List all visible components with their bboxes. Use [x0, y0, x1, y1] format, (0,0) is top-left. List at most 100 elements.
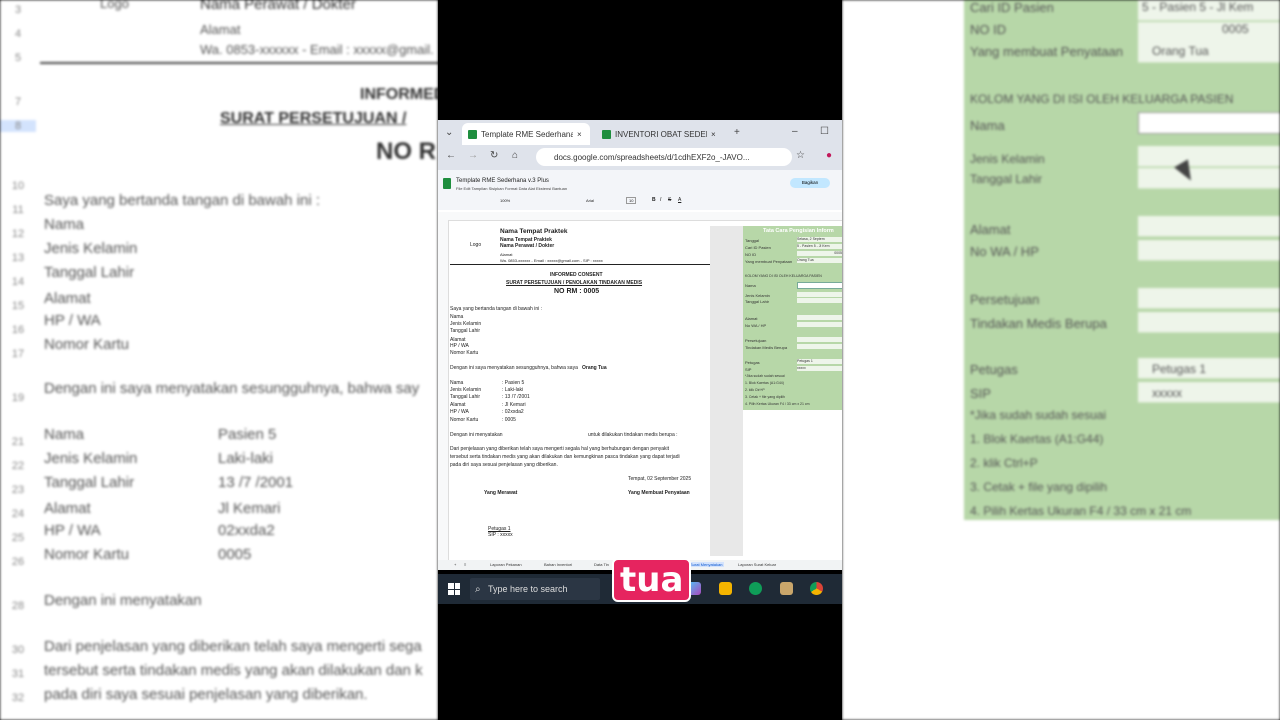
- panel-label: Tanggal: [745, 238, 760, 243]
- staff-name: Nama Perawat / Dokter: [200, 0, 356, 13]
- no-rm: NO R: [376, 138, 436, 165]
- panel-value[interactable]: 0005: [797, 251, 842, 256]
- tab-search-icon[interactable]: ⌄: [445, 127, 453, 138]
- zoom-select[interactable]: 100%: [500, 198, 510, 203]
- note: 3. Cetak + file yang dipilih: [745, 395, 785, 399]
- bookmark-star-icon[interactable]: ☆: [796, 150, 805, 161]
- new-tab-icon[interactable]: +: [734, 127, 740, 138]
- family-field: Nama: [745, 283, 756, 288]
- italic-icon[interactable]: I: [660, 197, 661, 203]
- field-label: Tanggal Lahir: [44, 264, 135, 281]
- reload-icon[interactable]: ↻: [490, 150, 498, 161]
- family-field: No WA / HP: [970, 244, 1039, 259]
- consent-subtitle: SURAT PERSETUJUAN /: [220, 110, 407, 127]
- patient-label: Tanggal Lahir: [44, 474, 135, 491]
- video-caption: tua: [612, 558, 692, 602]
- close-icon[interactable]: ×: [711, 130, 716, 139]
- profile-icon[interactable]: ●: [826, 150, 832, 161]
- font-select[interactable]: Arial: [586, 198, 594, 203]
- sheet-tab[interactable]: Data Tin: [594, 562, 609, 567]
- patient-id-select[interactable]: 5 - Pasien 5 - Jl Kem: [797, 244, 842, 249]
- declare: Dengan ini menyatakan: [44, 592, 202, 609]
- officer-label: Petugas: [970, 362, 1018, 377]
- minimize-icon[interactable]: –: [792, 126, 798, 137]
- background-right-zoom: Cari ID Pasien 5 - Pasien 5 - Jl Kem NO …: [842, 0, 1280, 720]
- address-input[interactable]: [797, 315, 842, 320]
- signer-intro: Saya yang bertanda tangan di bawah ini :: [450, 306, 543, 312]
- sip-value[interactable]: xxxxx: [797, 366, 842, 371]
- sip-label: SIP: [745, 367, 752, 372]
- explanation: Dari penjelasan yang diberikan telah say…: [44, 638, 422, 655]
- signer-intro: Saya yang bertanda tangan di bawah ini :: [44, 192, 321, 209]
- patient-value: Pasien 5: [218, 426, 277, 443]
- share-button[interactable]: Bagikan: [790, 178, 830, 188]
- phone-input[interactable]: [797, 322, 842, 327]
- row-number: 3: [14, 4, 22, 16]
- family-header: KOLOM YANG DI ISI OLEH KELUARGA PASIEN: [745, 274, 822, 278]
- bold-icon[interactable]: B: [652, 197, 656, 203]
- app-icon[interactable]: [780, 582, 793, 595]
- row-label: Yang membuat Penyataan: [970, 44, 1123, 59]
- chrome-icon[interactable]: [810, 582, 823, 595]
- procedure-input[interactable]: [797, 344, 842, 349]
- family-field: Jenis Kelamin: [745, 293, 770, 298]
- contact: Wa. 0853-xxxxxx - Email : xxxxx@gmail.co…: [500, 258, 603, 263]
- field-label: Jenis Kelamin: [44, 240, 138, 257]
- back-icon[interactable]: ←: [446, 150, 456, 161]
- sheet-tab[interactable]: Laporan Pekanan: [490, 562, 522, 567]
- field-label: Nomor Kartu: [450, 350, 479, 356]
- explanation: tersebut serta tindakan medis yang akan …: [450, 454, 680, 460]
- explanation: pada diri saya sesuai penjelasan yang di…: [44, 686, 368, 703]
- relation-select[interactable]: Orang Tua: [797, 258, 842, 263]
- tab-template-rme[interactable]: Template RME Sederhana v.3 ×: [462, 123, 590, 145]
- all-sheets-icon[interactable]: ≡: [464, 562, 466, 567]
- patient-label: Alamat: [450, 402, 466, 408]
- gender-input[interactable]: [797, 292, 842, 297]
- statement: Dengan ini saya menyatakan sesungguhnya,…: [450, 365, 578, 371]
- patient-value: : 0005: [502, 417, 516, 423]
- relation: Orang Tua: [582, 365, 607, 371]
- row-number: 5: [14, 52, 22, 64]
- menu-bar[interactable]: File Edit Tampilan Sisipkan Format Data …: [456, 186, 567, 191]
- patient-label: Jenis Kelamin: [450, 387, 482, 393]
- text-color-icon[interactable]: A: [678, 197, 681, 203]
- sheet-tab[interactable]: Laporan Surat Keluar: [738, 562, 776, 567]
- close-icon[interactable]: ×: [577, 130, 582, 139]
- doc-title[interactable]: Template RME Sederhana v.3 Plus: [456, 178, 549, 184]
- font-size-input[interactable]: 10: [626, 197, 637, 204]
- sheet-tab[interactable]: Bahan Inventori: [544, 562, 572, 567]
- sheet-tab-active[interactable]: Surat Menyatakan: [688, 562, 725, 567]
- field-label: Nama: [450, 314, 464, 320]
- add-sheet-icon[interactable]: +: [454, 562, 456, 567]
- file-explorer-icon[interactable]: [719, 582, 732, 595]
- patient-label: Nomor Kartu: [450, 417, 479, 423]
- patient-value: : 13 /7 /2001: [502, 394, 530, 400]
- row-number: 22: [11, 460, 25, 472]
- windows-start-icon[interactable]: [448, 583, 460, 595]
- patient-label: Nama: [450, 380, 464, 386]
- sip-label: SIP: [970, 386, 991, 401]
- dob-input[interactable]: [797, 298, 842, 303]
- tab-inventori-obat[interactable]: INVENTORI OBAT SEDERHA ×: [596, 123, 724, 145]
- name-input[interactable]: [797, 282, 842, 289]
- row-number: 10: [11, 180, 25, 192]
- caption-text: tua: [620, 560, 684, 600]
- note: 3. Cetak + file yang dipilih: [970, 480, 1108, 494]
- panel-value[interactable]: Selasa, 2 Septem: [797, 237, 842, 242]
- edge-icon[interactable]: [749, 582, 762, 595]
- consent-input[interactable]: [797, 337, 842, 342]
- forward-icon[interactable]: →: [468, 150, 478, 161]
- address-bar[interactable]: docs.google.com/spreadsheets/d/1cdhEXF2o…: [536, 148, 792, 166]
- taskbar-search-input[interactable]: ⌕ Type here to search: [470, 578, 600, 600]
- sheets-toolbar: Template RME Sederhana v.3 Plus File Edi…: [438, 170, 842, 210]
- officer-select[interactable]: Petugas 1: [797, 359, 842, 364]
- family-field: Tanggal Lahir: [745, 299, 770, 304]
- row-label: NO ID: [970, 22, 1007, 37]
- staff-name: Nama Perawat / Dokter: [500, 243, 555, 249]
- field-label: HP / WA: [450, 343, 469, 349]
- declare: Dengan ini menyatakan: [450, 432, 503, 438]
- strikethrough-icon[interactable]: S: [668, 197, 671, 203]
- home-icon[interactable]: ⌂: [512, 150, 518, 161]
- maximize-icon[interactable]: ☐: [820, 126, 829, 137]
- patient-label: Jenis Kelamin: [44, 450, 138, 467]
